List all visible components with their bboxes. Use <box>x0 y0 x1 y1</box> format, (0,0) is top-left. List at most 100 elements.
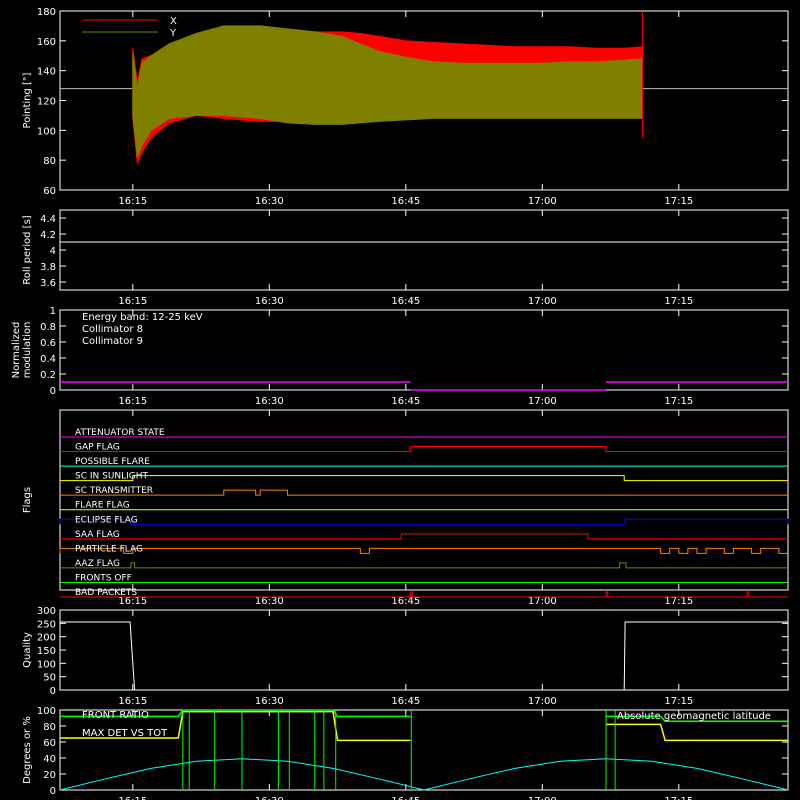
flag-label: GAP FLAG <box>75 443 120 453</box>
x-tick-label: 16:45 <box>391 296 420 307</box>
y-tick-label: 60 <box>43 186 56 197</box>
x-tick-label: 17:15 <box>664 396 693 407</box>
y-tick-label: 0.4 <box>40 354 56 365</box>
x-tick-label: 16:45 <box>391 196 420 207</box>
y-tick-label: 0 <box>50 386 56 397</box>
flag-row: FLARE FLAG <box>60 501 788 511</box>
y-tick-label: 0.2 <box>40 370 56 381</box>
flag-row: AAZ FLAG <box>60 559 788 569</box>
panel-frame <box>59 709 789 791</box>
flag-row: ECLIPSE FLAG <box>59 515 789 525</box>
flag-label: FRONTS OFF <box>75 573 132 583</box>
flag-label: AAZ FLAG <box>75 559 120 569</box>
y-tick-label: 80 <box>43 722 56 733</box>
flag-row: SC IN SUNLIGHT <box>60 472 788 482</box>
y-tick-label: 100 <box>37 659 56 670</box>
x-tick-label: 16:15 <box>118 696 147 707</box>
y-axis-label: Quality <box>22 632 33 668</box>
flag-row: SAA FLAG <box>60 530 788 540</box>
flag-row: POSSIBLE FLARE <box>60 457 788 467</box>
y-axis-label: Normalizedmodulation <box>11 322 33 379</box>
flag-row: PARTICLE FLAG <box>59 544 788 554</box>
flag-label: PARTICLE FLAG <box>75 544 143 554</box>
flag-label: BAD PACKETS <box>75 588 137 598</box>
y-tick-label: 250 <box>37 619 56 630</box>
x-tick-label: 17:15 <box>664 796 693 800</box>
x-tick-label: 16:30 <box>255 796 284 800</box>
x-tick-label: 16:15 <box>118 396 147 407</box>
y-tick-label: 20 <box>43 770 56 781</box>
flag-label: FLARE FLAG <box>75 501 130 511</box>
flag-line <box>59 547 788 554</box>
panel-quality: 16:15 16:30 16:45 17:00 17:15 Quality 0 50 100 15… <box>22 606 789 707</box>
flag-label: ATTENUATOR STATE <box>75 428 165 438</box>
legend-text: Energy band: 12-25 keV <box>82 312 203 323</box>
x-tick-label: 16:45 <box>391 596 420 607</box>
x-tick-label: 16:45 <box>391 796 420 800</box>
panel-flags: 16:15 16:30 16:45 17:00 17:15FlagsATTENUATOR… <box>22 409 789 607</box>
y-tick-label: 4.2 <box>40 230 56 241</box>
flag-label: SC TRANSMITTER <box>75 486 153 496</box>
x-tick-label: 16:15 <box>118 796 147 800</box>
x-tick-label: 16:30 <box>255 396 284 407</box>
y-axis-label: Pointing ["] <box>22 72 33 128</box>
y-axis-label: Roll period [s] <box>22 215 33 284</box>
x-tick-label: 17:15 <box>664 596 693 607</box>
y-tick-label: 100 <box>37 126 56 137</box>
y-tick-label: 0 <box>50 786 56 797</box>
panel-ratios: 16:15 16:30 16:45 17:00 17:15 Degrees or % 0 20… <box>22 706 789 800</box>
y-tick-label: 0.6 <box>40 338 56 349</box>
x-tick-label: 16:45 <box>391 696 420 707</box>
quality-line <box>60 621 788 691</box>
x-tick-label: 16:15 <box>118 296 147 307</box>
legend-label: Y <box>169 28 177 39</box>
y-tick-label: 50 <box>43 673 56 684</box>
y-tick-label: 3.6 <box>40 278 56 289</box>
y-tick-label: 100 <box>37 706 56 717</box>
flag-row: ATTENUATOR STATE <box>60 428 788 438</box>
x-tick-label: 16:30 <box>255 296 284 307</box>
flag-line <box>60 533 788 540</box>
flag-line <box>60 446 788 453</box>
y-axis-label: Degrees or % <box>22 716 33 784</box>
y-tick-label: 200 <box>37 633 56 644</box>
y-axis-label: Flags <box>22 487 33 513</box>
x-tick-label: 16:30 <box>255 596 284 607</box>
y-tick-label: 80 <box>43 156 56 167</box>
flag-label: ECLIPSE FLAG <box>75 515 138 525</box>
x-tick-label: 16:45 <box>391 396 420 407</box>
chart-canvas: 16:15 16:30 16:45 17:00 17:15 Pointing ["] 60 8… <box>11 7 789 800</box>
legend-label: X <box>170 16 177 27</box>
y-tick-label: 4.4 <box>40 214 56 225</box>
x-tick-label: 17:15 <box>664 196 693 207</box>
y-tick-label: 0.8 <box>40 322 56 333</box>
y-tick-label: 1 <box>50 306 56 317</box>
flag-row: SC TRANSMITTER <box>60 486 788 496</box>
flag-label: POSSIBLE FLARE <box>75 457 150 467</box>
x-tick-label: 17:00 <box>528 196 557 207</box>
flag-label: SAA FLAG <box>75 530 120 540</box>
x-tick-label: 17:00 <box>528 596 557 607</box>
flag-row: GAP FLAG <box>60 443 788 453</box>
x-tick-label: 16:30 <box>255 196 284 207</box>
y-tick-label: 300 <box>37 606 56 617</box>
y-tick-label: 4 <box>50 246 56 257</box>
panel-pointing: 16:15 16:30 16:45 17:00 17:15 Pointing ["] 60 8… <box>22 7 789 207</box>
panel-frame <box>59 209 789 291</box>
x-tick-label: 17:00 <box>528 396 557 407</box>
legend-text: Collimator 8 <box>82 324 143 335</box>
x-tick-label: 17:00 <box>528 296 557 307</box>
latitude-annotation: Absolute geomagnetic latitude <box>617 711 771 722</box>
y-tick-label: 150 <box>37 646 56 657</box>
panel-modulation: 16:15 16:30 16:45 17:00 17:15 Normalizedmodul… <box>11 306 789 407</box>
legend-text: FRONT RATIO <box>82 710 149 721</box>
x-tick-label: 17:00 <box>528 796 557 800</box>
y-tick-label: 3.8 <box>40 262 56 273</box>
y-tick-label: 40 <box>43 754 56 765</box>
y-tick-label: 120 <box>37 97 56 108</box>
flag-row: FRONTS OFF <box>60 573 788 583</box>
y-tick-label: 60 <box>43 738 56 749</box>
flag-line <box>59 518 789 525</box>
x-tick-label: 16:15 <box>118 196 147 207</box>
flag-line <box>60 475 788 482</box>
